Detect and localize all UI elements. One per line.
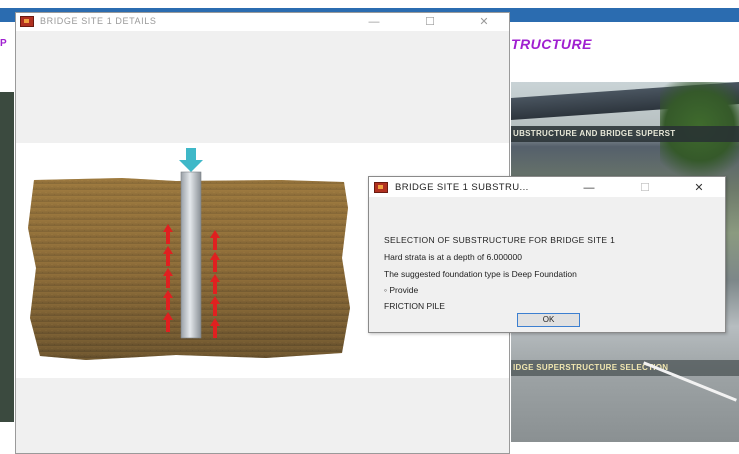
dialog-title: BRIDGE SITE 1 SUBSTRU... xyxy=(395,182,529,193)
bullet-icon: ◦ xyxy=(384,285,388,295)
background-page-title: TRUCTURE xyxy=(511,36,592,52)
pile-shaft xyxy=(180,171,202,339)
close-button[interactable]: ✕ xyxy=(689,180,709,196)
dialog-heading: SELECTION OF SUBSTRUCTURE FOR BRIDGE SIT… xyxy=(384,235,616,245)
maximize-button[interactable]: ☐ xyxy=(635,180,655,196)
matlab-figure-icon xyxy=(20,16,34,27)
friction-pile-diagram xyxy=(28,148,350,360)
provide-label: Provide xyxy=(389,285,419,295)
background-photo-edge xyxy=(0,92,14,422)
close-button[interactable]: ✕ xyxy=(474,14,494,30)
foundation-type-text: The suggested foundation type is Deep Fo… xyxy=(384,269,577,279)
dialog-title-bar[interactable]: BRIDGE SITE 1 SUBSTRU... — ☐ ✕ xyxy=(369,177,725,197)
ok-button[interactable]: OK xyxy=(517,313,580,327)
matlab-figure-icon xyxy=(374,182,388,193)
provide-bullet: ◦ Provide xyxy=(384,285,418,295)
down-arrow-icon xyxy=(179,148,203,172)
hard-strata-depth-text: Hard strata is at a depth of 6.000000 xyxy=(384,252,522,262)
maximize-button[interactable]: ☐ xyxy=(420,14,440,30)
substructure-superstructure-button[interactable]: UBSTRUCTURE AND BRIDGE SUPERST xyxy=(511,126,739,142)
details-title-bar[interactable]: BRIDGE SITE 1 DETAILS — ☐ ✕ xyxy=(16,13,509,31)
pile-type-text: FRICTION PILE xyxy=(384,301,445,311)
minimize-button[interactable]: — xyxy=(579,180,599,196)
details-window-title: BRIDGE SITE 1 DETAILS xyxy=(40,16,157,26)
background-title-fragment: P xyxy=(0,38,7,49)
minimize-button[interactable]: — xyxy=(364,14,384,30)
superstructure-selection-button[interactable]: IDGE SUPERSTRUCTURE SELECTION xyxy=(511,360,739,376)
substructure-result-dialog: BRIDGE SITE 1 SUBSTRU... — ☐ ✕ SELECTION… xyxy=(368,176,726,333)
